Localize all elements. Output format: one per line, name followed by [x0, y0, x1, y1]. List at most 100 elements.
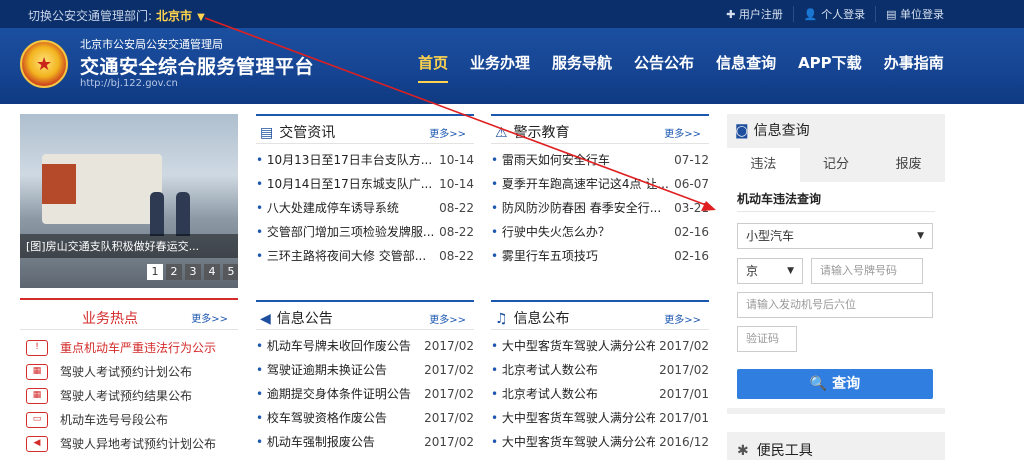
item-date: 08-22 — [439, 201, 474, 215]
city-selector[interactable]: 北京市 — [156, 9, 192, 23]
item-label[interactable]: 机动车选号号段公布 — [60, 408, 168, 432]
list-item[interactable]: 八大处建成停车诱导系统 08-22 — [256, 196, 474, 220]
list-item[interactable]: ▦ 驾驶人考试预约计划公布 — [20, 360, 238, 384]
item-title[interactable]: 夏季开车跑高速牢记这4点 让... — [491, 172, 669, 196]
list-item[interactable]: 防风防沙防春困 春季安全行... 03-21 — [491, 196, 709, 220]
nav-info-query[interactable]: 信息查询 — [716, 52, 776, 83]
list-item[interactable]: 夏季开车跑高速牢记这4点 让... 06-07 — [491, 172, 709, 196]
slide-page-3[interactable]: 3 — [185, 264, 201, 280]
more-link[interactable]: 更多>> — [429, 311, 466, 326]
bell-icon: ♫ — [495, 311, 508, 327]
slide-caption[interactable]: [图]房山交通支队积极做好春运交... — [20, 234, 238, 258]
item-date: 2016/12 — [659, 435, 709, 449]
item-date: 06-07 — [674, 177, 709, 191]
calendar-icon: ▦ — [26, 388, 48, 404]
list-item[interactable]: ▦ 驾驶人考试预约结果公布 — [20, 384, 238, 408]
item-title[interactable]: 逾期提交身体条件证明公告 — [256, 382, 411, 406]
unit-login-link[interactable]: ▤ 单位登录 — [875, 6, 954, 22]
item-title[interactable]: 行驶中失火怎么办？ — [491, 220, 610, 244]
list-item[interactable]: 逾期提交身体条件证明公告 2017/02 — [256, 382, 474, 406]
list-item[interactable]: 行驶中失火怎么办？ 02-16 — [491, 220, 709, 244]
item-title[interactable]: 大中型客货车驾驶人满分公布 — [491, 430, 655, 454]
slide-page-1[interactable]: 1 — [147, 264, 163, 280]
item-title[interactable]: 八大处建成停车诱导系统 — [256, 196, 399, 220]
panel-title[interactable]: 便民工具 — [757, 443, 813, 459]
slide-figure — [176, 192, 190, 236]
item-label[interactable]: 驾驶人异地考试预约计划公布 — [60, 432, 216, 456]
button-label: 查询 — [832, 376, 861, 392]
item-title[interactable]: 校车驾驶资格作废公告 — [256, 406, 387, 430]
tab-violation[interactable]: 违法 — [727, 148, 800, 182]
platform-title[interactable]: 交通安全综合服务管理平台 — [80, 52, 314, 79]
list-item[interactable]: 10月14日至17日东城支队广... 10-14 — [256, 172, 474, 196]
item-title[interactable]: 大中型客货车驾驶人满分公布 — [491, 334, 655, 358]
item-date: 10-14 — [439, 177, 474, 191]
item-title[interactable]: 三环主路将夜间大修 交管部... — [256, 244, 426, 268]
list-item[interactable]: 校车驾驶资格作废公告 2017/02 — [256, 406, 474, 430]
news-slider[interactable]: [图]房山交通支队积极做好春运交... 1 2 3 4 5 — [20, 114, 238, 288]
item-title[interactable]: 10月14日至17日东城支队广... — [256, 172, 432, 196]
vehicle-type-select[interactable]: 小型汽车 ▼ — [737, 223, 933, 249]
list-item[interactable]: 交管部门增加三项检验发牌服... 08-22 — [256, 220, 474, 244]
list-item[interactable]: 大中型客货车驾驶人满分公布 2016/12 — [491, 430, 709, 454]
list-item[interactable]: ▭ 机动车选号号段公布 — [20, 408, 238, 432]
more-link[interactable]: 更多>> — [664, 125, 701, 140]
list-item[interactable]: 雾里行车五项技巧 02-16 — [491, 244, 709, 268]
list-item[interactable]: 三环主路将夜间大修 交管部... 08-22 — [256, 244, 474, 268]
list-item[interactable]: 大中型客货车驾驶人满分公布 2017/02 — [491, 334, 709, 358]
tab-scrap[interactable]: 报废 — [872, 148, 945, 182]
list-item[interactable]: 10月13日至17日丰台支队方... 10-14 — [256, 148, 474, 172]
list-item[interactable]: ! 重点机动车严重违法行为公示 — [20, 336, 238, 360]
caret-down-icon[interactable]: ▼ — [197, 12, 205, 23]
more-link[interactable]: 更多>> — [664, 311, 701, 326]
info-query-panel: ◙ 信息查询 违法 记分 报废 机动车违法查询 小型汽车 ▼ 京 ▼ 请输入号牌号码 … — [727, 114, 945, 414]
list-item[interactable]: ◀ 驾驶人异地考试预约计划公布 — [20, 432, 238, 456]
item-title[interactable]: 防风防沙防春困 春季安全行... — [491, 196, 661, 220]
nav-service-guide[interactable]: 服务导航 — [552, 52, 612, 83]
more-link[interactable]: 更多>> — [191, 310, 228, 325]
list-item[interactable]: 大中型客货车驾驶人满分公布 2017/01 — [491, 406, 709, 430]
captcha-input[interactable]: 验证码 — [737, 326, 797, 352]
nav-home[interactable]: 首页 — [418, 52, 449, 83]
personal-login-link[interactable]: 👤 个人登录 — [792, 6, 875, 22]
slide-page-4[interactable]: 4 — [204, 264, 220, 280]
panel-title: 信息公布 — [513, 311, 570, 327]
nav-business[interactable]: 业务办理 — [470, 52, 530, 83]
list-item[interactable]: 驾驶证逾期未换证公告 2017/02 — [256, 358, 474, 382]
item-title[interactable]: 北京考试人数公布 — [491, 382, 598, 406]
item-title[interactable]: 机动车强制报废公告 — [256, 430, 375, 454]
query-button[interactable]: 🔍 查询 — [737, 369, 933, 399]
list-item[interactable]: 雷雨天如何安全行车 07-12 — [491, 148, 709, 172]
item-title[interactable]: 交管部门增加三项检验发牌服... — [256, 220, 434, 244]
item-title[interactable]: 大中型客货车驾驶人满分公布 — [491, 406, 655, 430]
newspaper-icon: ▤ — [260, 125, 274, 141]
slide-page-2[interactable]: 2 — [166, 264, 182, 280]
item-label[interactable]: 驾驶人考试预约结果公布 — [60, 384, 192, 408]
nav-guide[interactable]: 办事指南 — [884, 52, 944, 83]
list-item[interactable]: 北京考试人数公布 2017/01 — [491, 382, 709, 406]
item-title[interactable]: 驾驶证逾期未换证公告 — [256, 358, 387, 382]
department-switcher[interactable]: 切换公安交通管理部门: 北京市 ▼ — [28, 7, 205, 24]
caret-down-icon: ▼ — [787, 266, 794, 276]
item-title[interactable]: 10月13日至17日丰台支队方... — [256, 148, 432, 172]
slide-page-5[interactable]: 5 — [223, 264, 238, 280]
engine-number-input[interactable]: 请输入发动机号后六位 — [737, 292, 933, 318]
nav-announcements[interactable]: 公告公布 — [634, 52, 694, 83]
list-item[interactable]: 机动车强制报废公告 2017/02 — [256, 430, 474, 454]
item-label[interactable]: 驾驶人考试预约计划公布 — [60, 360, 192, 384]
list-item[interactable]: 北京考试人数公布 2017/02 — [491, 358, 709, 382]
item-title[interactable]: 雾里行车五项技巧 — [491, 244, 598, 268]
item-title[interactable]: 北京考试人数公布 — [491, 358, 598, 382]
item-title[interactable]: 雷雨天如何安全行车 — [491, 148, 610, 172]
caret-down-icon: ▼ — [917, 231, 924, 241]
more-link[interactable]: 更多>> — [429, 125, 466, 140]
nav-app-download[interactable]: APP下载 — [798, 52, 862, 83]
item-label[interactable]: 重点机动车严重违法行为公示 — [60, 336, 216, 360]
register-link[interactable]: ✚ 用户注册 — [716, 6, 793, 22]
list-item[interactable]: 机动车号牌未收回作废公告 2017/02 — [256, 334, 474, 358]
slide-image — [42, 154, 162, 224]
item-title[interactable]: 机动车号牌未收回作废公告 — [256, 334, 411, 358]
plate-number-input[interactable]: 请输入号牌号码 — [811, 258, 923, 284]
province-select[interactable]: 京 ▼ — [737, 258, 803, 284]
tab-points[interactable]: 记分 — [800, 148, 873, 182]
